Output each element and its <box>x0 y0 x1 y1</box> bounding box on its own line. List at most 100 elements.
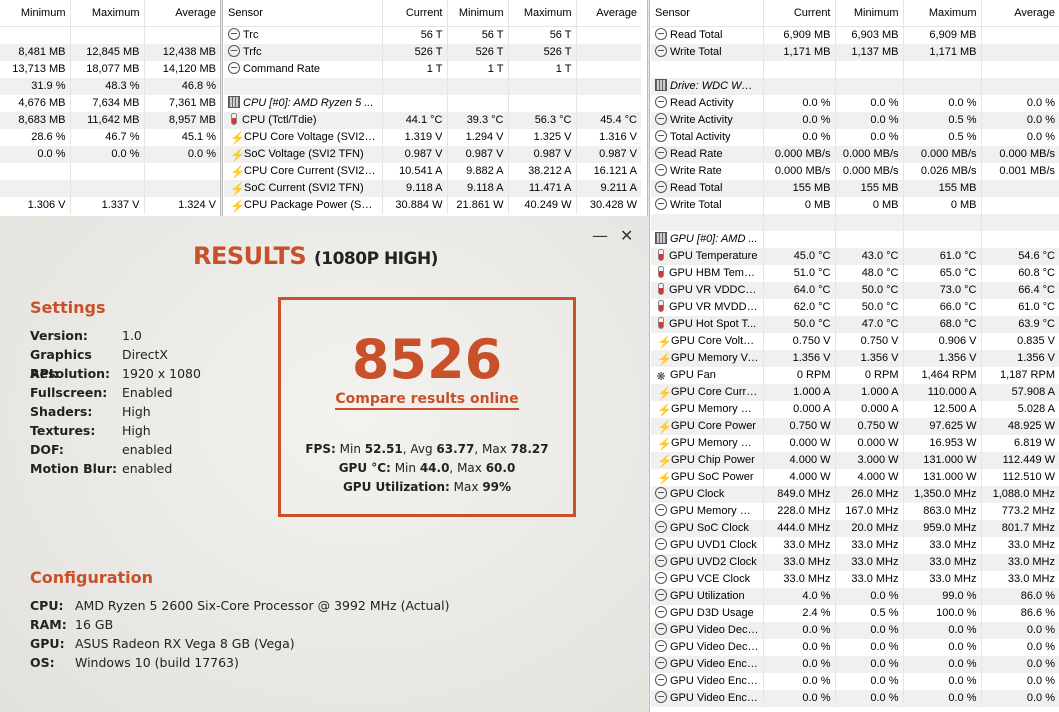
close-button[interactable]: ✕ <box>620 228 633 244</box>
col-header-average[interactable]: Average <box>575 0 641 27</box>
sensor-row[interactable]: Total Activity 0.0 % 0.0 % 0.5 % 0.0 % <box>651 129 1059 146</box>
sensor-row[interactable]: Trc 56 T 56 T 56 T <box>224 26 641 45</box>
col-header-average[interactable]: Average <box>143 0 220 27</box>
cell-text: GPU Memory Po... <box>671 437 763 449</box>
sensor-row[interactable]: Read Total 155 MB 155 MB 155 MB <box>651 180 1059 197</box>
sensor-name-cell: Trc <box>224 27 382 45</box>
sensor-group-header[interactable]: Drive: WDC WD... <box>651 78 1059 95</box>
sensor-row[interactable]: GPU UVD2 Clock 33.0 MHz 33.0 MHz 33.0 MHz 33… <box>651 554 1059 571</box>
sensor-row[interactable] <box>651 214 1059 231</box>
sensor-row[interactable]: ⚡SoC Current (SVI2 TFN) 9.118 A 9.118 A 11.… <box>224 180 641 197</box>
sensor-row[interactable]: 8,481 MB 12,845 MB 12,438 MB <box>0 43 220 61</box>
sensor-row[interactable]: GPU Hot Spot T... 50.0 °C 47.0 °C 68.0 °C 63… <box>651 316 1059 333</box>
sensor-row[interactable]: GPU Video Enco... 0.0 % 0.0 % 0.0 % 0.0 % <box>651 690 1059 707</box>
value-cell: 444.0 MHz <box>762 520 835 537</box>
sensor-row[interactable]: Read Total 6,909 MB 6,903 MB 6,909 MB <box>651 26 1059 44</box>
sensor-name-cell: ⚡CPU Core Voltage (SVI2 T... <box>224 129 382 146</box>
sensor-row[interactable]: GPU Video Deco... 0.0 % 0.0 % 0.0 % 0.0 % <box>651 622 1059 639</box>
minimize-button[interactable]: — <box>592 228 608 244</box>
compare-results-link[interactable]: Compare results online <box>335 390 519 410</box>
value-cell: 50.0 °C <box>834 299 903 316</box>
col-header-minimum[interactable]: Minimum <box>446 0 508 27</box>
sensor-row[interactable] <box>224 78 641 95</box>
sensor-row[interactable]: ⚡GPU Core Voltag... 0.750 V 0.750 V 0.906 V… <box>651 333 1059 350</box>
sensor-row[interactable]: Trfc 526 T 526 T 526 T <box>224 44 641 61</box>
cell-text: 801.7 MHz <box>1001 522 1055 534</box>
sensor-row[interactable]: Read Activity 0.0 % 0.0 % 0.0 % 0.0 % <box>651 95 1059 112</box>
col-header-current[interactable]: Current <box>762 0 835 27</box>
col-header-maximum[interactable]: Maximum <box>69 0 144 27</box>
col-header-sensor[interactable]: Sensor <box>224 0 382 27</box>
sensor-row[interactable]: 4,676 MB 7,634 MB 7,361 MB <box>0 94 220 112</box>
sensor-row[interactable]: GPU Utilization 4.0 % 0.0 % 99.0 % 86.0 % <box>651 588 1059 605</box>
cell-text: Total Activity <box>670 131 731 143</box>
sensor-row[interactable] <box>651 61 1059 78</box>
sensor-row[interactable]: 1.306 V 1.337 V 1.324 V <box>0 196 220 214</box>
sensor-row[interactable] <box>0 26 220 44</box>
sensor-row[interactable]: GPU UVD1 Clock 33.0 MHz 33.0 MHz 33.0 MHz 33… <box>651 537 1059 554</box>
sensor-row[interactable]: GPU Memory Clock 228.0 MHz 167.0 MHz 863.0 … <box>651 503 1059 520</box>
config-value: Windows 10 (build 17763) <box>75 655 239 670</box>
panel-divider[interactable] <box>220 0 223 216</box>
sensor-row[interactable]: ⚡GPU Core Current 1.000 A 1.000 A 110.000 A… <box>651 384 1059 401</box>
sensor-row[interactable]: ⚡GPU Memory Cu... 0.000 A 0.000 A 12.500 A 5… <box>651 401 1059 418</box>
col-header-current[interactable]: Current <box>381 0 447 27</box>
sensor-row[interactable]: GPU VCE Clock 33.0 MHz 33.0 MHz 33.0 MHz 33.… <box>651 571 1059 588</box>
sensor-row[interactable]: ⚡SoC Voltage (SVI2 TFN) 0.987 V 0.987 V 0.9… <box>224 146 641 163</box>
sensor-row[interactable]: Write Activity 0.0 % 0.0 % 0.5 % 0.0 % <box>651 112 1059 129</box>
sensor-row[interactable]: Write Total 0 MB 0 MB 0 MB <box>651 197 1059 214</box>
sensor-row[interactable]: GPU Temperature 45.0 °C 43.0 °C 61.0 °C 54.6… <box>651 248 1059 265</box>
col-header-maximum[interactable]: Maximum <box>902 0 981 27</box>
sensor-row[interactable]: 28.6 % 46.7 % 45.1 % <box>0 128 220 146</box>
sensor-row[interactable]: ⚡CPU Core Voltage (SVI2 T... 1.319 V 1.294… <box>224 129 641 146</box>
sensor-row[interactable]: Read Rate 0.000 MB/s 0.000 MB/s 0.000 MB/s 0… <box>651 146 1059 163</box>
sensor-row[interactable]: 13,713 MB 18,077 MB 14,120 MB <box>0 60 220 78</box>
sensor-row[interactable]: 31.9 % 48.3 % 46.8 % <box>0 77 220 95</box>
value-cell: 0.001 MB/s <box>980 163 1059 180</box>
cell-text: 0.000 MB/s <box>920 148 977 160</box>
value-cell: 773.2 MHz <box>980 503 1059 520</box>
sensor-row[interactable]: GPU HBM Tempe... 51.0 °C 48.0 °C 65.0 °C 60.… <box>651 265 1059 282</box>
sensor-row[interactable]: GPU Video Enco... 0.0 % 0.0 % 0.0 % 0.0 % <box>651 656 1059 673</box>
cell-text: 50.0 °C <box>793 318 831 330</box>
sensor-row[interactable]: ⚡GPU Memory Po... 0.000 W 0.000 W 16.953 W 6… <box>651 435 1059 452</box>
sensor-row[interactable]: GPU Clock 849.0 MHz 26.0 MHz 1,350.0 MHz 1,0… <box>651 486 1059 503</box>
sensor-row[interactable]: GPU Video Deco... 0.0 % 0.0 % 0.0 % 0.0 % <box>651 639 1059 656</box>
sensor-row[interactable]: ⚡GPU SoC Power 4.000 W 4.000 W 131.000 W 112… <box>651 469 1059 486</box>
sensor-row[interactable]: Command Rate 1 T 1 T 1 T <box>224 61 641 78</box>
sensor-row[interactable]: ⚡GPU Core Power 0.750 W 0.750 W 97.625 W 48.… <box>651 418 1059 435</box>
sensor-row[interactable]: GPU Video Enco... 0.0 % 0.0 % 0.0 % 0.0 % <box>651 673 1059 690</box>
clock-icon <box>655 572 667 584</box>
sensor-name-cell: Read Activity <box>651 95 763 112</box>
sensor-row[interactable]: GPU VR VDDC T... 64.0 °C 50.0 °C 73.0 °C 66.… <box>651 282 1059 299</box>
value-cell <box>575 44 641 61</box>
value-cell: 1.316 V <box>575 129 641 146</box>
sensor-row[interactable]: ❋ GPU Fan 0 RPM 0 RPM 1,464 RPM 1,187 RPM <box>651 367 1059 384</box>
sensor-row[interactable]: CPU (Tctl/Tdie) 44.1 °C 39.3 °C 56.3 °C 45.4… <box>224 112 641 129</box>
value-cell: 9.882 A <box>446 163 508 180</box>
sensor-row[interactable]: Write Total 1,171 MB 1,137 MB 1,171 MB <box>651 44 1059 61</box>
sensor-row[interactable]: GPU VR MVDD T... 62.0 °C 50.0 °C 66.0 °C 61.… <box>651 299 1059 316</box>
col-header-average[interactable]: Average <box>980 0 1059 27</box>
sensor-row[interactable] <box>0 179 220 197</box>
col-header-minimum[interactable]: Minimum <box>834 0 903 27</box>
sensor-row[interactable]: ⚡GPU Memory Vol... 1.356 V 1.356 V 1.356 V 1… <box>651 350 1059 367</box>
sensor-group-header[interactable]: CPU [#0]: AMD Ryzen 5 ... <box>224 95 641 112</box>
sensor-group-header[interactable]: GPU [#0]: AMD ... <box>651 231 1059 248</box>
sensor-row[interactable]: ⚡CPU Core Current (SVI2 T... 10.541 A 9.88… <box>224 163 641 180</box>
sensor-row[interactable]: 8,683 MB 11,642 MB 8,957 MB <box>0 111 220 129</box>
col-header-minimum[interactable]: Minimum <box>0 0 70 27</box>
col-header-sensor[interactable]: Sensor <box>651 0 763 27</box>
col-header-maximum[interactable]: Maximum <box>507 0 576 27</box>
value-cell: 0.0 % <box>762 622 835 639</box>
cell-text: 50.0 °C <box>861 301 899 313</box>
sensor-row[interactable]: GPU SoC Clock 444.0 MHz 20.0 MHz 959.0 MHz 8… <box>651 520 1059 537</box>
sensor-row[interactable]: GPU D3D Usage 2.4 % 0.5 % 100.0 % 86.6 % <box>651 605 1059 622</box>
sensor-row[interactable]: 0.0 % 0.0 % 0.0 % <box>0 145 220 163</box>
sensor-name-cell: GPU Clock <box>651 486 763 503</box>
sensor-row[interactable]: Write Rate 0.000 MB/s 0.000 MB/s 0.026 MB/s… <box>651 163 1059 180</box>
sensor-row[interactable]: ⚡GPU Chip Power 4.000 W 3.000 W 131.000 W 11… <box>651 452 1059 469</box>
value-cell: 50.0 °C <box>762 316 835 333</box>
sensor-row[interactable]: ⚡CPU Package Power (SMU) 30.884 W 21.861 W… <box>224 197 641 214</box>
sensor-row[interactable] <box>0 162 220 180</box>
